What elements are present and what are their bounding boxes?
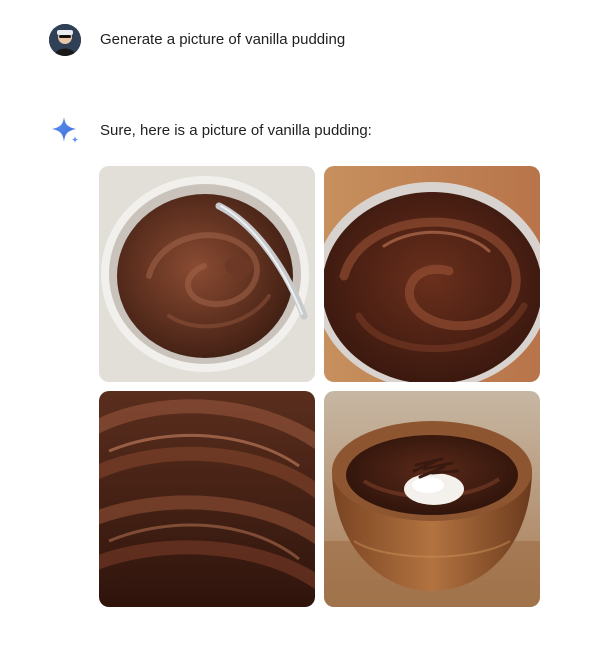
user-prompt-text: Generate a picture of vanilla pudding [100,31,346,48]
pudding-image-2[interactable] [324,166,540,382]
user-avatar-icon [49,24,81,56]
pudding-image-4[interactable] [324,391,540,607]
image-grid [99,166,540,607]
pudding-image-1[interactable] [99,166,315,382]
pudding-image-3[interactable] [99,391,315,607]
sparkle-icon [50,115,80,145]
response-text: Sure, here is a picture of vanilla puddi… [100,122,372,139]
